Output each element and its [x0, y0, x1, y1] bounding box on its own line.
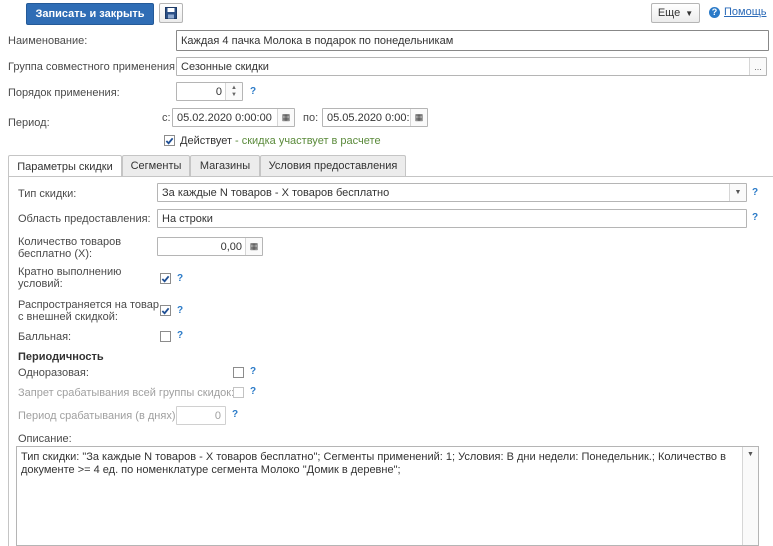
calendar-icon[interactable]: ▦	[410, 109, 427, 126]
group-block-help-icon[interactable]: ?	[250, 386, 256, 397]
points-help-icon[interactable]: ?	[177, 330, 183, 341]
dropdown-arrow-icon: ▼	[747, 451, 754, 458]
help-circle-icon: ?	[709, 6, 720, 18]
external-label-line2: с внешней скидкой:	[18, 311, 118, 323]
name-value: Каждая 4 пачка Молока в подарок по понед…	[181, 34, 454, 47]
help-label: Помощь	[724, 6, 767, 18]
discount-type-select[interactable]: За каждые N товаров - X товаров бесплатн…	[157, 183, 747, 202]
description-text: Тип скидки: "За каждые N товаров - X тов…	[21, 451, 726, 476]
period-label: Период:	[8, 117, 50, 129]
active-hint: - скидка участвует в расчете	[235, 135, 381, 147]
periodicity-header: Периодичность	[18, 351, 104, 363]
dropdown-arrow-icon[interactable]: ▼	[729, 184, 746, 201]
trigger-period-help-icon[interactable]: ?	[232, 409, 238, 420]
area-input[interactable]: На строки	[157, 209, 747, 228]
group-value: Сезонные скидки	[181, 60, 269, 73]
multiple-help-icon[interactable]: ?	[177, 273, 183, 284]
free-qty-value: 0,00	[220, 240, 242, 253]
discount-type-help-icon[interactable]: ?	[752, 187, 758, 198]
order-label: Порядок применения:	[8, 87, 120, 99]
description-textarea[interactable]: Тип скидки: "За каждые N товаров - X тов…	[16, 446, 759, 546]
spin-up-icon[interactable]: ▲	[231, 85, 237, 92]
period-to-label: по:	[303, 112, 319, 124]
trigger-period-label: Период срабатывания (в днях):	[18, 410, 179, 422]
more-label: Еще	[657, 7, 681, 19]
spin-down-icon[interactable]: ▼	[231, 92, 237, 99]
name-label: Наименование:	[8, 35, 88, 47]
save-and-close-button[interactable]: Записать и закрыть	[26, 3, 154, 25]
active-label: Действует	[180, 135, 233, 147]
order-spinner[interactable]: ▲ ▼	[225, 83, 242, 100]
trigger-period-input[interactable]: 0	[176, 406, 226, 425]
chevron-down-icon: ▼	[685, 8, 694, 18]
external-checkbox[interactable]	[160, 305, 171, 316]
points-checkbox[interactable]	[160, 331, 171, 342]
name-input[interactable]: Каждая 4 пачка Молока в подарок по понед…	[176, 30, 769, 51]
onetime-checkbox[interactable]	[233, 367, 244, 378]
help-link[interactable]: ? Помощь	[709, 6, 767, 18]
order-help-icon[interactable]: ?	[250, 86, 256, 97]
tab-discount-params[interactable]: Параметры скидки	[8, 155, 122, 177]
group-label: Группа совместного применения:	[8, 61, 179, 73]
check-icon	[165, 137, 174, 145]
qty-label-line1: Количество товаров	[18, 236, 122, 248]
more-button[interactable]: Еще ▼	[651, 3, 700, 23]
area-label: Область предоставления:	[18, 213, 151, 225]
period-from-value: 05.02.2020 0:00:00	[177, 111, 272, 124]
qty-label-line2: бесплатно (X):	[18, 248, 93, 260]
check-icon	[161, 275, 170, 283]
discount-type-value: За каждые N товаров - X товаров бесплатн…	[162, 186, 390, 199]
trigger-period-value: 0	[214, 409, 221, 422]
onetime-help-icon[interactable]: ?	[250, 366, 256, 377]
tab-segments[interactable]: Сегменты	[122, 155, 190, 176]
group-select-button[interactable]: ...	[749, 58, 766, 75]
description-dropdown[interactable]: ▼	[742, 447, 758, 545]
group-block-label: Запрет срабатывания всей группы скидок:	[18, 387, 235, 399]
order-value: 0	[215, 85, 222, 98]
period-from-label: с:	[162, 112, 171, 124]
free-qty-input[interactable]: 0,00 ▦	[157, 237, 263, 256]
area-help-icon[interactable]: ?	[752, 212, 758, 223]
tab-conditions[interactable]: Условия предоставления	[260, 155, 406, 176]
calendar-icon[interactable]: ▦	[277, 109, 294, 126]
multiple-label-line1: Кратно выполнению	[18, 266, 122, 278]
order-input[interactable]: 0 ▲ ▼	[176, 82, 243, 101]
active-checkbox[interactable]	[164, 135, 175, 146]
discount-type-label: Тип скидки:	[18, 188, 77, 200]
period-to-value: 05.05.2020 0:00:00	[327, 111, 422, 124]
area-value: На строки	[162, 212, 213, 225]
points-label: Балльная:	[18, 331, 72, 343]
external-help-icon[interactable]: ?	[177, 305, 183, 316]
description-label: Описание:	[18, 433, 72, 445]
check-icon	[161, 307, 170, 315]
group-block-checkbox[interactable]	[233, 387, 244, 398]
period-to-input[interactable]: 05.05.2020 0:00:00 ▦	[322, 108, 428, 127]
group-input[interactable]: Сезонные скидки ...	[176, 57, 767, 76]
multiple-checkbox[interactable]	[160, 273, 171, 284]
period-from-input[interactable]: 05.02.2020 0:00:00 ▦	[172, 108, 295, 127]
floppy-disk-icon	[165, 7, 177, 19]
calculator-icon[interactable]: ▦	[245, 238, 262, 255]
external-label-line1: Распространяется на товар	[18, 299, 160, 311]
multiple-label-line2: условий:	[18, 278, 63, 290]
tab-stores[interactable]: Магазины	[190, 155, 260, 176]
onetime-label: Одноразовая:	[18, 367, 89, 379]
save-button[interactable]	[159, 3, 183, 23]
